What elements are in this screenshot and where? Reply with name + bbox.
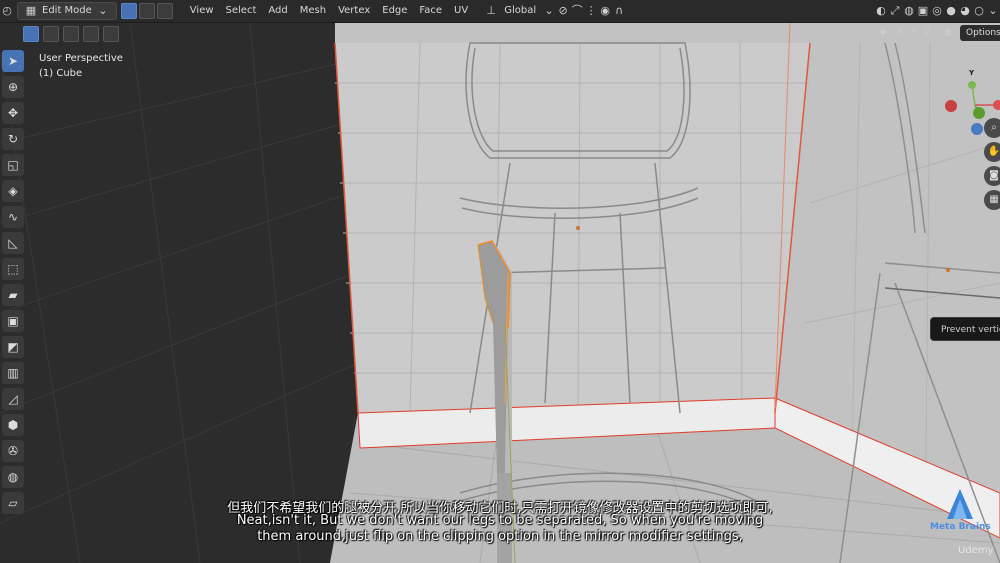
menu-edge[interactable]: Edge [376, 0, 413, 22]
chevron-down-icon: ⌄ [98, 4, 108, 17]
viewport-info: User Perspective (1) Cube [39, 51, 123, 81]
edge-select-button[interactable] [138, 3, 155, 19]
options-button[interactable]: Options [960, 25, 1000, 41]
auto-merge-icon[interactable]: ⋔ [941, 26, 955, 40]
grid-view-icon[interactable]: ▦ [984, 190, 1000, 210]
wireframe-shading-icon[interactable]: ◎ [930, 4, 944, 18]
active-object-label: (1) Cube [39, 68, 83, 79]
select-subtract-button[interactable] [63, 26, 79, 42]
cursor-tool-icon[interactable]: ⊕ [2, 76, 24, 98]
inset-tool-icon[interactable]: ▣ [2, 310, 24, 332]
perspective-label: User Perspective [39, 53, 123, 64]
snap-target-icon[interactable]: ⋮ [584, 4, 598, 18]
mode-label: Edit Mode [42, 5, 92, 16]
tool-shelf: ➤ ⊕ ✥ ↻ ◱ ◈ ∿ ◺ ⬚ ▰ ▣ ◩ ▥ ◿ ⬢ ✇ ◍ ▱ [0, 50, 26, 518]
axis-z-toggle[interactable]: Z [925, 27, 931, 37]
select-intersect-button[interactable] [103, 26, 119, 42]
3d-viewport[interactable] [0, 23, 1000, 563]
axis-y-toggle[interactable]: Y [911, 27, 917, 37]
pivot-point-icon[interactable]: ⊘ [556, 4, 570, 18]
select-tool-icon[interactable]: ➤ [2, 50, 24, 72]
watermark: Udemy [958, 545, 994, 556]
pan-hand-icon[interactable]: ✋ [984, 142, 1000, 162]
rendered-shading-icon[interactable]: ○ [972, 4, 986, 18]
menu-vertex[interactable]: Vertex [332, 0, 376, 22]
tooltip: Prevent vertic [930, 317, 1000, 341]
material-shading-icon[interactable]: ◕ [958, 4, 972, 18]
xray-icon[interactable]: ▣ [916, 4, 930, 18]
transform-orientation-icon: ⊥ [486, 4, 497, 17]
select-extend-button[interactable] [43, 26, 59, 42]
camera-icon[interactable]: ◙ [984, 166, 1000, 186]
annotate-tool-icon[interactable]: ∿ [2, 206, 24, 228]
spin-tool-icon[interactable]: ✇ [2, 440, 24, 462]
menu-mesh[interactable]: Mesh [294, 0, 332, 22]
smooth-tool-icon[interactable]: ◍ [2, 466, 24, 488]
extrude-tool-icon[interactable]: ▰ [2, 284, 24, 306]
zoom-icon[interactable]: ⌕ [984, 118, 1000, 138]
menu-uv[interactable]: UV [448, 0, 474, 22]
snap-icon[interactable]: ⌒ [570, 4, 584, 18]
select-box-mode-button[interactable] [23, 26, 39, 42]
axis-x-toggle[interactable]: X [897, 27, 903, 37]
scale-tool-icon[interactable]: ◱ [2, 154, 24, 176]
menu-view[interactable]: View [184, 0, 220, 22]
transform-tool-icon[interactable]: ◈ [2, 180, 24, 202]
loop-cut-tool-icon[interactable]: ▥ [2, 362, 24, 384]
chevron-down-icon: ⌄ [544, 4, 554, 17]
edit-mode-icon: ▦ [25, 4, 37, 17]
visibility-icon[interactable]: ◐ [874, 4, 888, 18]
meta-brains-logo-icon [947, 489, 973, 519]
subtitle-english-line1: Neat,isn't it, But we don't want our leg… [236, 513, 764, 528]
editor-type-icon[interactable]: ◴ [0, 4, 14, 18]
subtitle-english-line2: them around,just flip on the clipping op… [257, 529, 743, 544]
gizmo-y-label: Y [969, 69, 975, 77]
orientation-label[interactable]: Global [498, 0, 542, 22]
proportional-edit-icon[interactable]: ◉ [598, 4, 612, 18]
chevron-down-icon[interactable]: ⌄ [986, 4, 1000, 18]
rotate-tool-icon[interactable]: ↻ [2, 128, 24, 150]
menu-face[interactable]: Face [413, 0, 448, 22]
knife-tool-icon[interactable]: ◿ [2, 388, 24, 410]
bevel-tool-icon[interactable]: ◩ [2, 336, 24, 358]
mode-selector[interactable]: ▦ Edit Mode ⌄ [17, 2, 117, 20]
face-select-button[interactable] [156, 3, 173, 19]
select-invert-button[interactable] [83, 26, 99, 42]
poly-build-tool-icon[interactable]: ⬢ [2, 414, 24, 436]
menu-select[interactable]: Select [220, 0, 263, 22]
add-cube-tool-icon[interactable]: ⬚ [2, 258, 24, 280]
menu-add[interactable]: Add [262, 0, 293, 22]
viewport-header: ✦ X Y Z ⋔ [0, 23, 1000, 43]
measure-tool-icon[interactable]: ◺ [2, 232, 24, 254]
falloff-icon[interactable]: ∩ [612, 4, 626, 18]
vertex-select-button[interactable] [120, 3, 137, 19]
mirror-axis-icon: ✦ [878, 26, 888, 39]
solid-shading-icon[interactable]: ● [944, 4, 958, 18]
gizmo-icon[interactable]: ⤢ [888, 4, 902, 18]
move-tool-icon[interactable]: ✥ [2, 102, 24, 124]
overlays-icon[interactable]: ◍ [902, 4, 916, 18]
brand-logo-text: Meta Brains [930, 522, 991, 532]
header-bar: ◴ ▦ Edit Mode ⌄ View Select Add Mesh Ver… [0, 0, 1000, 23]
